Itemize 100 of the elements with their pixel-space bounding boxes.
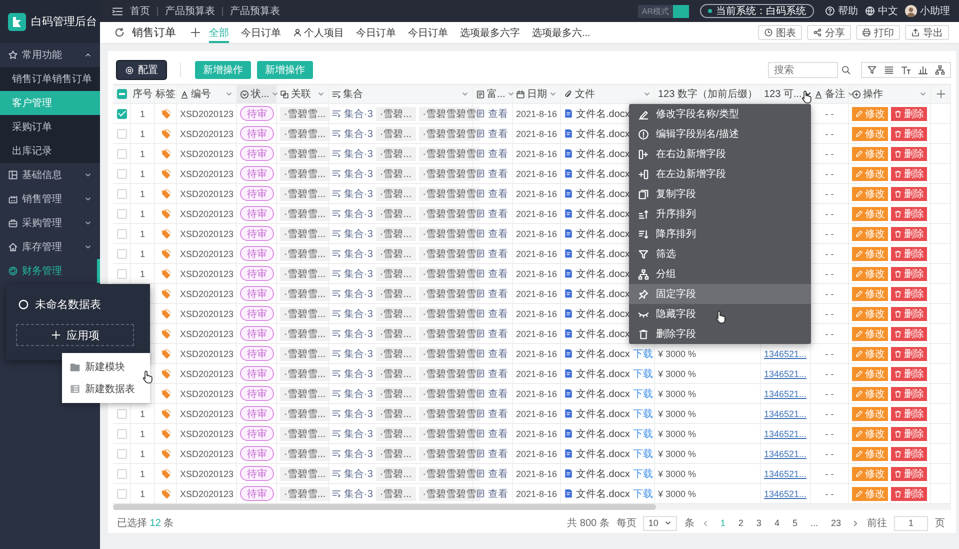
delete-button[interactable]: 删除 (891, 146, 927, 160)
delete-button[interactable]: 删除 (891, 286, 927, 300)
chart-button[interactable]: 图表 (758, 25, 802, 40)
delete-button[interactable]: 删除 (891, 426, 927, 440)
phone-link[interactable]: 1346521... (764, 448, 807, 458)
view-link[interactable]: 查看 (488, 446, 508, 460)
row-checkbox[interactable] (116, 128, 126, 138)
menu-item[interactable]: 降序排列 (629, 224, 811, 244)
menu-item[interactable]: 在左边新增字段 (629, 164, 811, 184)
tab[interactable]: 个人项目 (293, 22, 344, 43)
tab[interactable]: 今日订单 (356, 22, 396, 43)
tab[interactable]: 选项最多六... (532, 22, 590, 43)
download-link[interactable]: 下载 (632, 366, 653, 380)
delete-button[interactable]: 删除 (891, 466, 927, 480)
delete-button[interactable]: 删除 (891, 266, 927, 280)
download-link[interactable]: 下载 (632, 426, 653, 440)
menu-item[interactable]: 筛选 (629, 244, 811, 264)
column-header[interactable]: 操作 (849, 85, 931, 103)
menu-item[interactable]: 升序排列 (629, 204, 811, 224)
row-checkbox[interactable] (116, 148, 126, 158)
view-link[interactable]: 查看 (488, 406, 508, 420)
nav-link[interactable]: 首页 (130, 4, 150, 18)
scrollbar[interactable] (113, 504, 951, 510)
menu-item[interactable]: 分组 (629, 264, 811, 284)
view-link[interactable]: 查看 (488, 186, 508, 200)
bar-chart-icon[interactable] (918, 65, 928, 75)
page-link[interactable]: 3 (753, 518, 764, 528)
column-header[interactable]: 状... (237, 85, 277, 103)
page-link[interactable]: 5 (789, 518, 800, 528)
phone-link[interactable]: 1346521... (764, 468, 807, 478)
row-checkbox[interactable] (116, 168, 126, 178)
row-checkbox[interactable] (116, 108, 126, 118)
column-header[interactable]: 123 数字（加前后缀） (655, 85, 761, 103)
delete-button[interactable]: 删除 (891, 386, 927, 400)
menu-item[interactable]: 复制字段 (629, 184, 811, 204)
view-link[interactable]: 查看 (488, 246, 508, 260)
row-checkbox[interactable] (116, 448, 126, 458)
delete-button[interactable]: 删除 (891, 406, 927, 420)
sidebar-item[interactable]: 基础信息 (0, 163, 100, 187)
menu-item[interactable]: 在右边新增字段 (629, 144, 811, 164)
delete-button[interactable]: 删除 (891, 346, 927, 360)
add-tab-icon[interactable] (190, 27, 201, 38)
row-checkbox[interactable] (116, 208, 126, 218)
help-link[interactable]: 帮助 (825, 4, 858, 18)
delete-button[interactable]: 删除 (891, 126, 927, 140)
page-link[interactable]: 4 (771, 518, 782, 528)
view-link[interactable]: 查看 (488, 286, 508, 300)
column-header[interactable]: 标签 (155, 85, 177, 103)
delete-button[interactable]: 删除 (891, 166, 927, 180)
mode-toggle[interactable]: AR模式 (638, 4, 689, 18)
menu-item[interactable]: 固定字段 (629, 284, 811, 304)
phone-link[interactable]: 1346521... (764, 428, 807, 438)
sidebar-item[interactable]: 采购管理 (0, 211, 100, 235)
sidebar-item[interactable]: 出库记录 (0, 139, 100, 163)
view-link[interactable]: 查看 (488, 126, 508, 140)
phone-link[interactable]: 1346521... (764, 348, 807, 358)
page-input[interactable]: 1 (894, 516, 928, 530)
menu-item[interactable]: 修改字段名称/类型 (629, 104, 811, 124)
page-link[interactable]: ... (807, 518, 821, 528)
delete-button[interactable]: 删除 (891, 186, 927, 200)
menu-item[interactable]: 编辑字段别名/描述 (629, 124, 811, 144)
view-link[interactable]: 查看 (488, 266, 508, 280)
menu-item[interactable]: 新建模块 (62, 356, 150, 378)
menu-item[interactable]: 新建数据表 (62, 378, 150, 400)
page-link[interactable]: 23 (828, 518, 844, 528)
row-checkbox[interactable] (116, 228, 126, 238)
view-link[interactable]: 查看 (488, 466, 508, 480)
delete-button[interactable]: 删除 (891, 366, 927, 380)
view-link[interactable]: 查看 (488, 226, 508, 240)
phone-link[interactable]: 1346521... (764, 408, 807, 418)
filter-icon[interactable] (867, 65, 877, 75)
tab[interactable]: 今日订单 (408, 22, 448, 43)
delete-button[interactable]: 删除 (891, 446, 927, 460)
phone-link[interactable]: 1346521... (764, 488, 807, 498)
next-page-icon[interactable] (851, 518, 860, 528)
delete-button[interactable]: 删除 (891, 226, 927, 240)
download-link[interactable]: 下载 (632, 386, 653, 400)
menu-item[interactable]: 隐藏字段 (629, 304, 811, 324)
rows-icon[interactable] (884, 65, 894, 75)
delete-button[interactable]: 删除 (891, 246, 927, 260)
view-link[interactable]: 查看 (488, 326, 508, 340)
add-column-icon[interactable] (936, 89, 946, 99)
export-button[interactable]: 导出 (905, 25, 949, 40)
column-header[interactable]: 文件 (561, 85, 655, 103)
download-link[interactable]: 下载 (632, 446, 653, 460)
sidebar-item[interactable]: 常用功能 (0, 43, 100, 67)
column-header[interactable]: 日期 (513, 85, 561, 103)
view-link[interactable]: 查看 (488, 346, 508, 360)
sidebar-item[interactable]: 销售管理 (0, 187, 100, 211)
column-header[interactable]: 集合 (329, 85, 473, 103)
view-link[interactable]: 查看 (488, 146, 508, 160)
search-icon[interactable] (841, 65, 851, 75)
page-link[interactable]: 2 (735, 518, 746, 528)
column-header[interactable]: 序号 (131, 85, 155, 103)
page-size-select[interactable]: 10 (643, 516, 678, 530)
phone-link[interactable]: 1346521... (764, 368, 807, 378)
select-all-checkbox[interactable] (116, 89, 126, 99)
download-link[interactable]: 下载 (632, 406, 653, 420)
view-link[interactable]: 查看 (488, 106, 508, 120)
view-link[interactable]: 查看 (488, 206, 508, 220)
